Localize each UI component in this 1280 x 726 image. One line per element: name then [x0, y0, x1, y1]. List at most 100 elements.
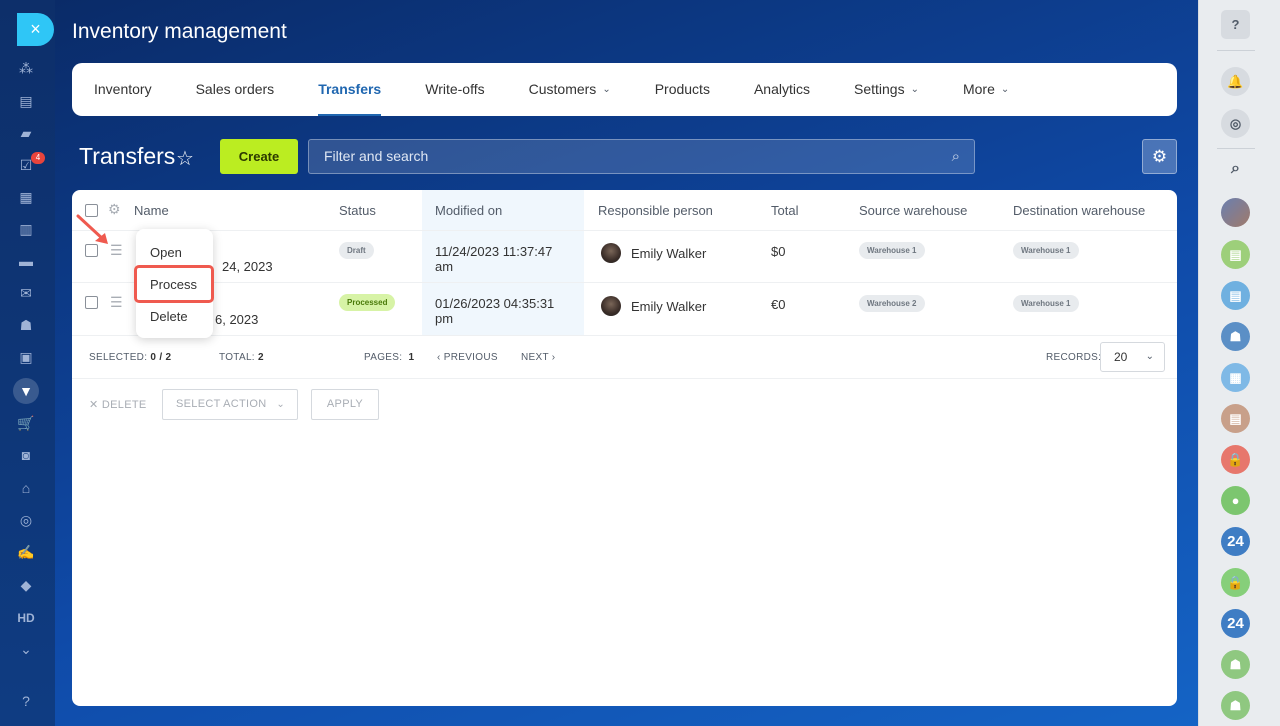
row-responsible[interactable]: Emily Walker: [631, 246, 706, 261]
selected-label: SELECTED:: [89, 352, 148, 363]
tab-label: Write-offs: [425, 81, 485, 97]
modified-date: 01/26/2023 04:35:31: [435, 296, 555, 311]
tab-more[interactable]: More ⌄: [963, 63, 1009, 116]
contacts-icon[interactable]: ▣: [17, 348, 35, 366]
calendar-icon[interactable]: ▦: [1221, 363, 1250, 392]
chat-icon[interactable]: ▰: [17, 124, 35, 142]
search-icon[interactable]: ⌕: [952, 140, 960, 173]
delete-label: DELETE: [101, 399, 147, 411]
help-question-icon[interactable]: ?: [1221, 10, 1250, 39]
grid-settings-button[interactable]: ⚙: [1142, 139, 1177, 174]
row-separator: [72, 335, 1177, 336]
tab-label: Sales orders: [195, 81, 275, 97]
tab-label: Customers: [528, 81, 597, 97]
delete-action-button[interactable]: ✕ DELETE: [89, 398, 146, 411]
menu-item-open[interactable]: Open: [150, 245, 182, 260]
total-count: TOTAL: 2: [219, 352, 264, 363]
group-icon[interactable]: ☗: [1221, 322, 1250, 351]
search-icon[interactable]: ⌕: [1221, 154, 1250, 183]
row-total: €0: [771, 297, 786, 312]
records-per-page-select[interactable]: 20 ⌄: [1100, 342, 1165, 372]
column-header-name[interactable]: Name: [134, 203, 169, 218]
tab-sales-orders[interactable]: Sales orders: [196, 63, 275, 116]
mail-icon[interactable]: ✉: [17, 284, 35, 302]
bitrix24-icon[interactable]: 24: [1221, 609, 1250, 638]
column-header-source[interactable]: Source warehouse: [859, 203, 967, 218]
row-menu-icon[interactable]: ☰: [110, 242, 123, 259]
warehouse-badge: Warehouse 2: [859, 295, 925, 312]
box-icon[interactable]: ◆: [17, 576, 35, 594]
column-header-modified[interactable]: Modified on: [435, 203, 502, 218]
documents-icon[interactable]: ▥: [17, 220, 35, 238]
shop-cart-icon[interactable]: 🛒: [17, 414, 35, 432]
selected-count: SELECTED: 0 / 2: [89, 352, 171, 363]
sites-icon[interactable]: ⁂: [17, 59, 35, 77]
tab-customers[interactable]: Customers ⌄: [529, 63, 611, 116]
chat-search-icon[interactable]: ◎: [1221, 109, 1250, 138]
create-button[interactable]: Create: [220, 139, 298, 174]
row-checkbox[interactable]: [85, 296, 98, 309]
select-action-dropdown[interactable]: SELECT ACTION ⌄: [162, 389, 298, 420]
close-icon: ✕: [89, 399, 99, 411]
row-separator: [72, 230, 1177, 231]
row-menu-icon[interactable]: ☰: [110, 294, 123, 311]
signature-icon[interactable]: ✍: [17, 543, 35, 561]
tab-products[interactable]: Products: [655, 63, 710, 116]
row-separator: [72, 282, 1177, 283]
target-icon[interactable]: ◎: [17, 511, 35, 529]
user-icon[interactable]: ●: [1221, 486, 1250, 515]
drive-icon[interactable]: ▬: [17, 252, 35, 270]
next-page-button[interactable]: NEXT ›: [521, 352, 555, 363]
row-name[interactable]: 6, 2023: [215, 312, 258, 327]
robot-icon[interactable]: ◙: [17, 446, 35, 464]
tab-settings[interactable]: Settings ⌄: [854, 63, 919, 116]
feed-icon[interactable]: ▤: [17, 92, 35, 110]
chevron-down-icon: ⌄: [1000, 84, 1010, 95]
group-icon[interactable]: ☗: [1221, 650, 1250, 679]
records-value: 20: [1114, 350, 1128, 364]
group-icon[interactable]: ☗: [1221, 691, 1250, 720]
user-avatar[interactable]: [1221, 198, 1250, 227]
actions-separator: [72, 378, 1177, 379]
chevron-right-icon: ›: [551, 352, 556, 363]
bell-icon[interactable]: 🔔: [1221, 67, 1250, 96]
row-name[interactable]: 24, 2023: [222, 259, 273, 274]
column-header-status[interactable]: Status: [339, 203, 376, 218]
chevron-left-icon: ‹: [437, 352, 441, 363]
lock-icon[interactable]: 🔒: [1221, 568, 1250, 597]
helpdesk-icon[interactable]: HD: [14, 609, 38, 627]
more-down-icon[interactable]: ⌄: [17, 640, 35, 658]
warehouse-badge: Warehouse 1: [1013, 295, 1079, 312]
bitrix24-icon[interactable]: 24: [1221, 527, 1250, 556]
left-sidebar: × ⁂ ▤ ▰ ☑ 4 ▦ ▥ ▬ ✉ ☗ ▣ ▼ 🛒 ◙ ⌂ ◎ ✍ ◆ HD…: [0, 0, 55, 726]
calendar-icon[interactable]: ▦: [17, 188, 35, 206]
tab-transfers[interactable]: Transfers: [318, 63, 382, 116]
tab-label: More: [962, 81, 995, 97]
total-label: TOTAL:: [219, 352, 255, 363]
help-icon[interactable]: ?: [17, 692, 35, 710]
crm-funnel-icon[interactable]: ▼: [13, 378, 39, 404]
search-input[interactable]: Filter and search ⌕: [308, 139, 975, 174]
pages-value[interactable]: 1: [408, 352, 414, 363]
warehouse-icon[interactable]: ⌂: [17, 479, 35, 497]
contact-card-icon[interactable]: ▤: [1221, 281, 1250, 310]
groups-icon[interactable]: ☗: [17, 316, 35, 334]
lock-icon[interactable]: 🔒: [1221, 445, 1250, 474]
close-button[interactable]: ×: [17, 13, 54, 46]
tab-analytics[interactable]: Analytics: [754, 63, 810, 116]
contact-card-icon[interactable]: ▤: [1221, 404, 1250, 433]
pages-label: PAGES:: [364, 352, 403, 363]
tab-write-offs[interactable]: Write-offs: [425, 63, 484, 116]
star-icon[interactable]: ☆: [176, 146, 194, 171]
next-label: NEXT: [521, 352, 549, 363]
row-responsible[interactable]: Emily Walker: [631, 299, 706, 314]
menu-item-delete[interactable]: Delete: [150, 309, 188, 324]
tab-inventory[interactable]: Inventory: [94, 63, 152, 116]
contact-card-icon[interactable]: ▤: [1221, 240, 1250, 269]
apply-button[interactable]: APPLY: [311, 389, 379, 420]
column-header-responsible[interactable]: Responsible person: [598, 203, 713, 218]
column-header-destination[interactable]: Destination warehouse: [1013, 203, 1145, 218]
column-header-total[interactable]: Total: [771, 203, 798, 218]
previous-page-button[interactable]: ‹ PREVIOUS: [437, 352, 498, 363]
transfers-grid: ⚙ Name Status Modified on Responsible pe…: [72, 190, 1177, 706]
